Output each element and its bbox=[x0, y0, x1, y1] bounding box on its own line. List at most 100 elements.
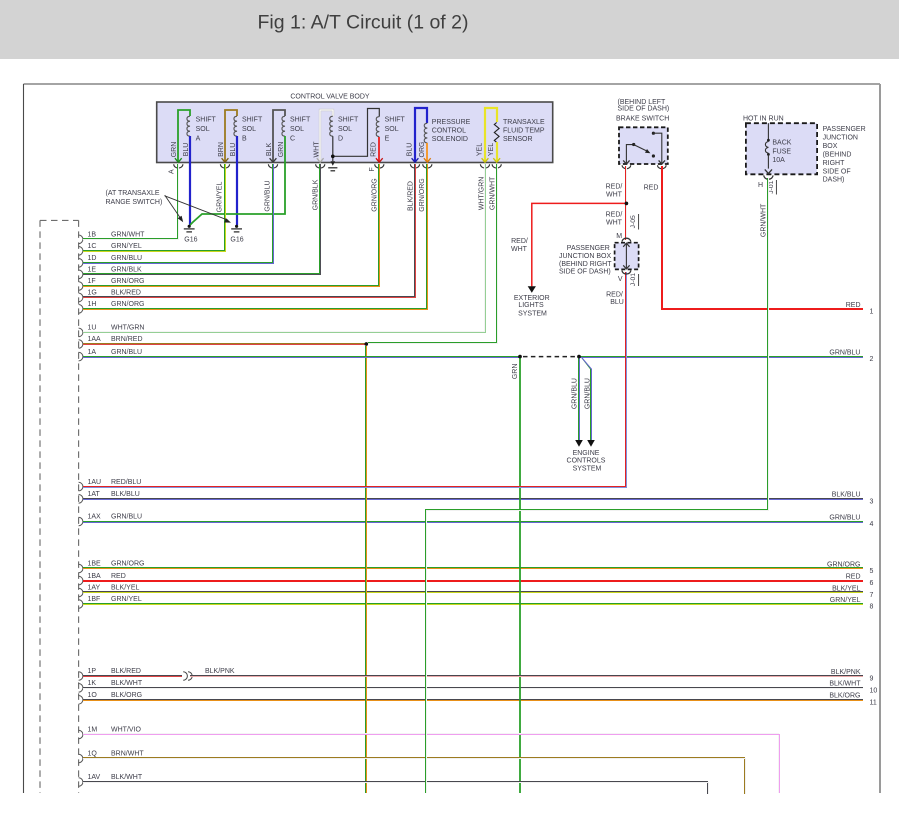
svg-text:1AA: 1AA bbox=[88, 336, 102, 343]
svg-text:11: 11 bbox=[870, 699, 877, 706]
svg-text:RIGHT: RIGHT bbox=[823, 160, 846, 167]
svg-text:GRN/ORG: GRN/ORG bbox=[111, 301, 144, 308]
svg-text:1E: 1E bbox=[88, 267, 97, 274]
svg-text:RED: RED bbox=[846, 573, 861, 580]
svg-text:SHIFT: SHIFT bbox=[290, 117, 311, 124]
svg-text:8: 8 bbox=[870, 604, 874, 611]
svg-text:GRN/BLU: GRN/BLU bbox=[111, 514, 142, 521]
svg-text:GRN/BLU: GRN/BLU bbox=[111, 349, 142, 356]
svg-text:PASSENGER: PASSENGER bbox=[567, 245, 610, 252]
svg-text:SOL: SOL bbox=[385, 126, 399, 133]
svg-text:1: 1 bbox=[870, 309, 874, 316]
svg-text:BLK/BLU: BLK/BLU bbox=[111, 491, 140, 498]
svg-text:BRN/WHT: BRN/WHT bbox=[111, 751, 144, 758]
svg-text:BLK/RED: BLK/RED bbox=[111, 668, 141, 675]
svg-text:SIDE OF DASH): SIDE OF DASH) bbox=[618, 106, 670, 113]
svg-text:BLK/PNK: BLK/PNK bbox=[831, 669, 861, 676]
svg-text:BLU: BLU bbox=[230, 143, 237, 157]
svg-text:G16: G16 bbox=[184, 236, 197, 243]
svg-text:SIDE OF: SIDE OF bbox=[823, 168, 851, 175]
svg-text:5: 5 bbox=[870, 568, 874, 575]
svg-text:SOLENOID: SOLENOID bbox=[432, 136, 468, 143]
svg-text:BLK/YEL: BLK/YEL bbox=[832, 585, 861, 592]
svg-text:YEL: YEL bbox=[488, 143, 495, 156]
svg-text:J-01: J-01 bbox=[630, 273, 637, 286]
svg-text:BLK/ORG: BLK/ORG bbox=[111, 692, 142, 699]
svg-text:GRN/ORG: GRN/ORG bbox=[827, 561, 860, 568]
svg-text:SOL: SOL bbox=[290, 126, 304, 133]
svg-text:A: A bbox=[196, 136, 201, 143]
svg-text:TRANSAXLE: TRANSAXLE bbox=[503, 119, 545, 126]
svg-text:GRN/ORG: GRN/ORG bbox=[111, 278, 144, 285]
svg-text:9: 9 bbox=[870, 676, 874, 683]
svg-text:1F: 1F bbox=[88, 278, 96, 285]
svg-text:GRN/BLU: GRN/BLU bbox=[829, 349, 860, 356]
svg-text:BLK/WHT: BLK/WHT bbox=[829, 681, 861, 688]
svg-text:GRN/YEL: GRN/YEL bbox=[111, 596, 142, 603]
svg-text:E: E bbox=[385, 136, 390, 143]
svg-text:1BA: 1BA bbox=[88, 573, 102, 580]
svg-text:SOL: SOL bbox=[242, 126, 256, 133]
svg-text:GRN/BLU: GRN/BLU bbox=[829, 514, 860, 521]
svg-text:1AY: 1AY bbox=[88, 585, 101, 592]
svg-text:BLK/RED: BLK/RED bbox=[111, 290, 141, 297]
svg-text:(BEHIND: (BEHIND bbox=[823, 151, 852, 158]
svg-text:SHIFT: SHIFT bbox=[338, 117, 359, 124]
svg-text:(BEHIND RIGHT: (BEHIND RIGHT bbox=[559, 261, 612, 268]
svg-text:D: D bbox=[338, 136, 343, 143]
svg-text:1AX: 1AX bbox=[88, 514, 102, 521]
svg-text:V: V bbox=[618, 276, 623, 283]
svg-text:BLK/WHT: BLK/WHT bbox=[111, 774, 143, 781]
svg-text:BLK/RED: BLK/RED bbox=[407, 181, 414, 211]
svg-text:GRN/YEL: GRN/YEL bbox=[830, 597, 861, 604]
svg-text:6: 6 bbox=[870, 580, 874, 587]
svg-text:WHT: WHT bbox=[606, 219, 623, 226]
svg-text:GRN: GRN bbox=[512, 364, 519, 380]
svg-text:4: 4 bbox=[870, 521, 874, 528]
svg-text:RED/: RED/ bbox=[511, 238, 528, 245]
svg-text:RED/: RED/ bbox=[606, 291, 623, 298]
svg-text:FLUID TEMP: FLUID TEMP bbox=[503, 128, 545, 135]
svg-text:(AT TRANSAXLE: (AT TRANSAXLE bbox=[106, 190, 160, 197]
svg-text:WHT: WHT bbox=[511, 246, 528, 253]
svg-text:1U: 1U bbox=[88, 325, 97, 332]
svg-text:BLK/BLU: BLK/BLU bbox=[832, 492, 861, 499]
svg-text:GRN/WHT: GRN/WHT bbox=[489, 176, 496, 210]
svg-text:1M: 1M bbox=[88, 727, 98, 734]
svg-text:GRN/BLK: GRN/BLK bbox=[312, 179, 319, 210]
svg-text:2: 2 bbox=[870, 356, 874, 363]
svg-text:BLU: BLU bbox=[183, 143, 190, 157]
svg-text:BLU: BLU bbox=[610, 299, 624, 306]
svg-text:GRN/ORG: GRN/ORG bbox=[419, 178, 426, 211]
svg-text:BACK: BACK bbox=[772, 140, 791, 147]
svg-text:Fig 1: A/T Circuit (1 of 2): Fig 1: A/T Circuit (1 of 2) bbox=[258, 12, 469, 34]
svg-text:SENSOR: SENSOR bbox=[503, 136, 533, 143]
svg-text:CONTROL: CONTROL bbox=[432, 128, 466, 135]
svg-text:1O: 1O bbox=[88, 692, 98, 699]
svg-text:RANGE SWITCH): RANGE SWITCH) bbox=[106, 199, 163, 206]
svg-text:RED: RED bbox=[371, 142, 378, 157]
svg-text:10: 10 bbox=[870, 687, 878, 694]
svg-text:RED: RED bbox=[644, 185, 659, 192]
svg-text:BLK: BLK bbox=[266, 143, 273, 157]
svg-text:SOL: SOL bbox=[196, 126, 210, 133]
svg-text:BLK/YEL: BLK/YEL bbox=[111, 585, 140, 592]
svg-text:SYSTEM: SYSTEM bbox=[518, 311, 547, 318]
svg-text:GRN/BLU: GRN/BLU bbox=[111, 255, 142, 262]
svg-text:7: 7 bbox=[870, 592, 874, 599]
svg-text:1K: 1K bbox=[88, 680, 97, 687]
svg-text:1G: 1G bbox=[88, 290, 97, 297]
svg-text:1Q: 1Q bbox=[88, 751, 98, 758]
svg-text:BRAKE SWITCH: BRAKE SWITCH bbox=[616, 116, 669, 123]
svg-text:SOL: SOL bbox=[338, 126, 352, 133]
svg-text:JUNCTION BOX: JUNCTION BOX bbox=[559, 253, 611, 260]
svg-text:GRN/BLU: GRN/BLU bbox=[572, 378, 579, 409]
svg-text:1C: 1C bbox=[88, 243, 97, 250]
svg-text:RED: RED bbox=[846, 302, 861, 309]
svg-text:1B: 1B bbox=[88, 232, 97, 239]
svg-text:WHT/GRN: WHT/GRN bbox=[111, 325, 144, 332]
svg-text:RED/: RED/ bbox=[606, 212, 623, 219]
svg-text:BLK/ORG: BLK/ORG bbox=[829, 693, 860, 700]
svg-text:CONTROLS: CONTROLS bbox=[567, 457, 606, 464]
svg-text:J-05: J-05 bbox=[630, 215, 637, 228]
